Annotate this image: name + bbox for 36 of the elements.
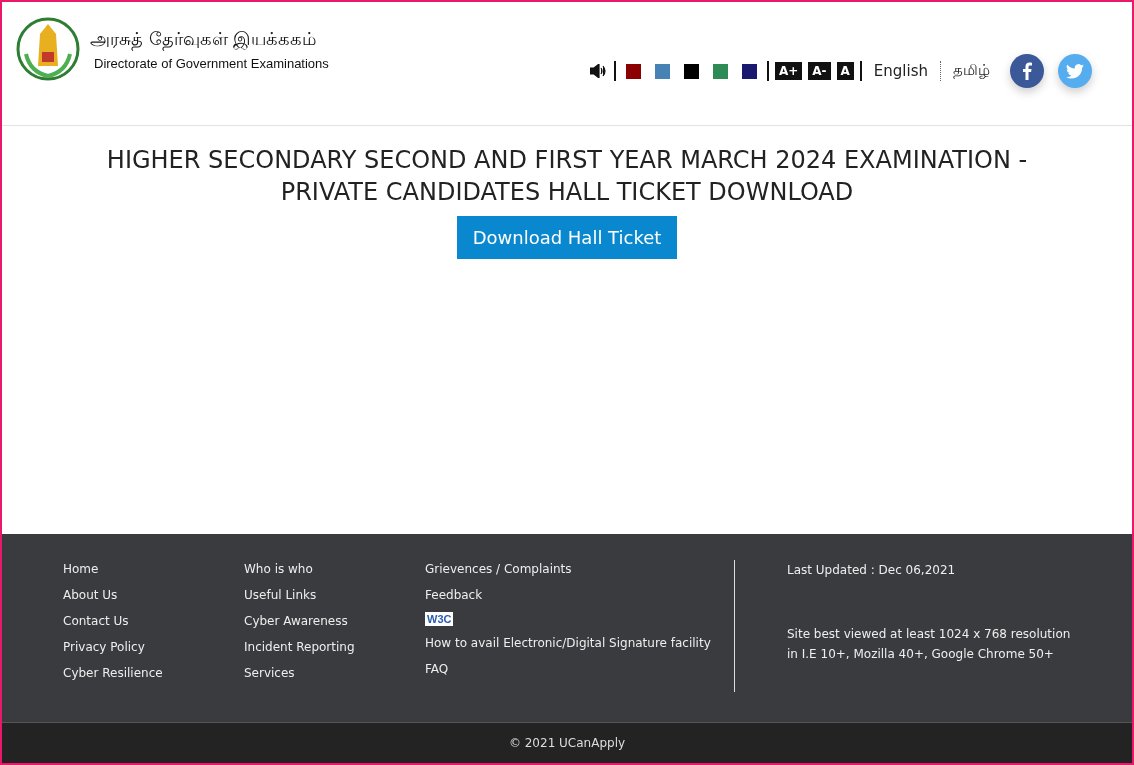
- footer-link[interactable]: FAQ: [425, 660, 734, 678]
- bird-icon: [1066, 63, 1084, 79]
- footer-link[interactable]: Useful Links: [244, 586, 425, 604]
- browser-note: Site best viewed at least 1024 x 768 resolution in I.E 10+, Mozilla 40+, Google Chrome 50+: [787, 626, 1072, 663]
- footer-link[interactable]: Feedback: [425, 586, 734, 604]
- copyright: © 2021 UCanApply: [508, 736, 626, 750]
- download-button[interactable]: Download Hall Ticket: [456, 216, 678, 259]
- footer-link[interactable]: Who is who: [244, 560, 425, 578]
- font-size-button[interactable]: A-: [808, 62, 831, 80]
- footer-link[interactable]: How to avail Electronic/Digital Signature facility: [425, 634, 734, 652]
- theme-color-button[interactable]: [625, 63, 641, 79]
- facebook-icon: [1022, 62, 1032, 80]
- footer-link[interactable]: Home: [63, 560, 244, 578]
- footer-link[interactable]: Cyber Resilience: [63, 664, 244, 682]
- font-size-button[interactable]: A+: [774, 62, 803, 80]
- site-title: அரசுத் தேர்வுகள் இயக்ககம்: [90, 27, 318, 52]
- footer-link[interactable]: Cyber Awareness: [244, 612, 425, 630]
- site-subtitle: Directorate of Government Examinations: [94, 55, 329, 71]
- language-link[interactable]: English: [867, 62, 934, 80]
- footer-link[interactable]: Privacy Policy: [63, 638, 244, 656]
- theme-color-button[interactable]: [654, 63, 670, 79]
- theme-color-button[interactable]: [683, 63, 699, 79]
- last-updated: Last Updated : Dec 06,2021: [787, 562, 957, 579]
- theme-color-button[interactable]: [741, 63, 757, 79]
- footer-link[interactable]: Grievences / Complaints: [425, 560, 734, 578]
- facebook-button[interactable]: [1010, 54, 1044, 88]
- page-heading: HIGHER SECONDARY SECOND AND FIRST YEAR MARCH 2024 EXAMINATION - PRIVATE CANDIDATES HALL TICKET DOWNLOAD: [105, 145, 1029, 208]
- footer-link[interactable]: About Us: [63, 586, 244, 604]
- w3c-badge[interactable]: W3C: [425, 612, 454, 626]
- footer-link[interactable]: Contact Us: [63, 612, 244, 630]
- speaker-icon[interactable]: [589, 64, 608, 78]
- footer-link[interactable]: Incident Reporting: [244, 638, 425, 656]
- font-size-button[interactable]: A: [836, 62, 854, 80]
- language-link[interactable]: தமிழ்: [947, 61, 996, 81]
- footer-link[interactable]: Services: [244, 664, 425, 682]
- theme-color-button[interactable]: [712, 63, 728, 79]
